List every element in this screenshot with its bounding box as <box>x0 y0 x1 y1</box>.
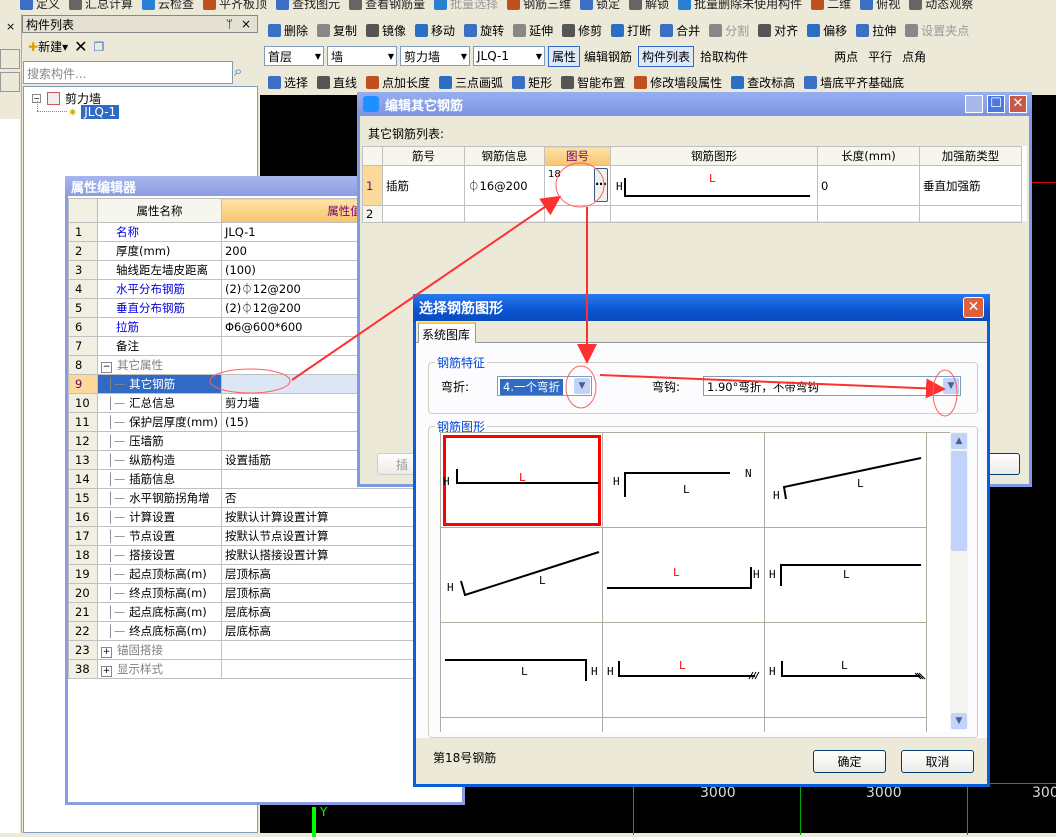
annotation-arrow <box>599 374 946 399</box>
annotation-circle <box>565 365 597 409</box>
annotation-arrow <box>291 195 562 381</box>
annotation-circle <box>555 162 605 208</box>
annotation-overlay <box>209 162 958 417</box>
annotation-circle <box>209 368 291 394</box>
annotation-circle <box>932 369 958 417</box>
